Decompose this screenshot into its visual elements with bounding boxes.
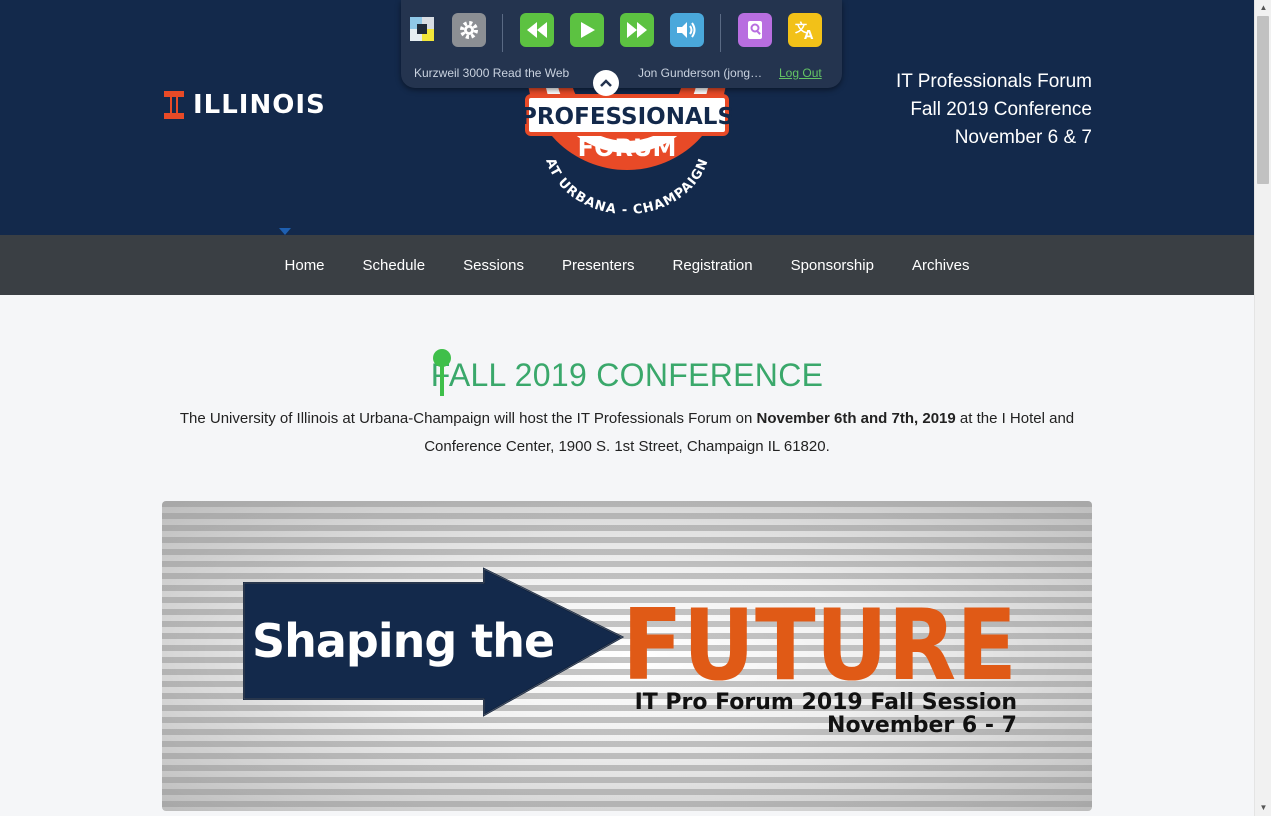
page-title: FALL 2019 CONFERENCE [430,357,824,393]
shaping-the-future-banner: Shaping the FUTURE IT Pro Forum 2019 Fal… [162,501,1092,811]
chevron-up-icon [600,79,612,87]
nav-home[interactable]: Home [266,227,344,274]
settings-gear-icon[interactable] [452,13,486,47]
fast-forward-icon[interactable] [620,13,654,47]
volume-icon[interactable] [670,13,704,47]
banner-dates: November 6 - 7 [827,713,1017,738]
badge-professionals-text: PROFESSIONALS [522,104,732,130]
browser-viewport: ILLINOIS PROFESSIONALS FORUM AT URBANA -… [0,0,1254,816]
scroll-down-arrow-icon[interactable]: ▼ [1255,800,1271,816]
banner-shaping-text: Shaping the [252,614,554,668]
vertical-scrollbar[interactable]: ▲ ▼ [1254,0,1271,816]
text-cursor-pin-icon [433,349,451,396]
main-navigation: Home Schedule Sessions Presenters Regist… [0,227,1254,295]
logout-link[interactable]: Log Out [779,66,822,80]
nav-registration[interactable]: Registration [654,257,772,274]
kurzweil-logo-icon[interactable] [406,13,440,47]
kurzweil-toolbar: 文A Kurzweil 3000 Read the Web Jon Gunder… [401,0,842,96]
illinois-wordmark: ILLINOIS [193,90,326,120]
intro-text-before: The University of Illinois at Urbana-Cha… [179,410,757,427]
illinois-logo[interactable]: ILLINOIS [164,90,326,120]
nav-presenters[interactable]: Presenters [543,257,654,274]
kurzweil-user-name: Jon Gunderson (jong… [638,66,763,80]
banner-future-text: FUTURE [622,589,1017,703]
badge-forum-text: FORUM [578,134,677,162]
event-name: IT Professionals Forum [895,71,1092,92]
banner-subtitle: IT Pro Forum 2019 Fall Session [635,690,1017,715]
intro-dates: November 6th and 7th, 2019 [756,410,956,427]
scroll-up-arrow-icon[interactable]: ▲ [1255,0,1271,16]
nav-sessions[interactable]: Sessions [444,257,543,274]
scrollbar-thumb[interactable] [1257,16,1269,184]
nav-archives[interactable]: Archives [893,257,989,274]
collapse-toolbar-button[interactable] [593,70,619,96]
rewind-icon[interactable] [520,13,554,47]
svg-text:A: A [804,28,814,41]
event-dates: November 6 & 7 [954,127,1092,148]
play-icon[interactable] [570,13,604,47]
event-season: Fall 2019 Conference [910,99,1092,120]
dictionary-icon[interactable] [738,13,772,47]
nav-schedule[interactable]: Schedule [344,257,445,274]
event-summary: IT Professionals Forum Fall 2019 Confere… [896,68,1092,152]
nav-sponsorship[interactable]: Sponsorship [772,257,893,274]
intro-paragraph: The University of Illinois at Urbana-Cha… [162,405,1092,461]
kurzweil-app-name: Kurzweil 3000 Read the Web [414,66,570,80]
translate-icon[interactable]: 文A [788,13,822,47]
illinois-block-i-icon [164,91,184,119]
